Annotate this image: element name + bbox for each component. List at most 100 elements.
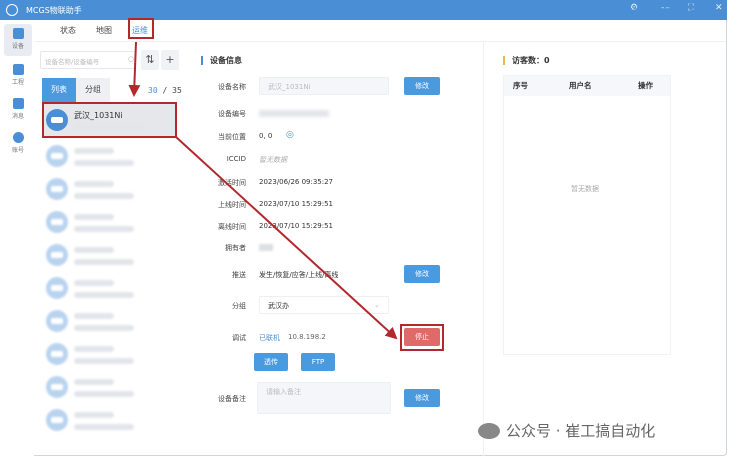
watermark: 公众号 · 崔工搞自动化 [478, 420, 655, 441]
online-count: 30 [148, 86, 158, 95]
owner-label: 拥有者 [225, 244, 246, 252]
device-subtitle-blurred [74, 193, 134, 199]
col-index: 序号 [513, 81, 528, 90]
stop-button[interactable]: 停止 [404, 328, 440, 346]
action-vnc[interactable]: VNC [543, 5, 559, 14]
location-value: 0, 0 [259, 132, 273, 140]
device-list-item[interactable] [42, 305, 176, 337]
device-search-input[interactable]: 设备名称/设备编号 [40, 51, 136, 69]
device-name-blurred [74, 181, 114, 187]
device-list-item[interactable] [42, 140, 176, 172]
push-label: 推送 [232, 271, 246, 279]
device-avatar-icon [46, 277, 68, 299]
device-name-blurred [74, 148, 114, 154]
bar-chart-icon [12, 64, 24, 75]
device-list-item[interactable] [42, 206, 176, 238]
tab-maintenance[interactable]: 运维 [132, 25, 148, 36]
add-device-button[interactable]: + [161, 50, 179, 70]
app-title: MCGS物联助手 [26, 5, 82, 15]
owner-value-blurred [259, 244, 273, 251]
device-list-item[interactable] [42, 173, 176, 205]
device-name-blurred [74, 280, 114, 286]
device-avatar-icon [46, 343, 68, 365]
message-icon [12, 98, 24, 109]
action-unbind[interactable]: 解绑 [663, 5, 678, 16]
device-avatar-icon [46, 178, 68, 200]
device-avatar-icon [46, 310, 68, 332]
watermark-text: 公众号 · 崔工搞自动化 [506, 422, 656, 440]
modify-name-button[interactable]: 修改 [404, 77, 440, 95]
device-subtitle-blurred [74, 424, 134, 430]
name-label: 设备名称 [218, 83, 246, 91]
device-subtitle-blurred [74, 358, 134, 364]
col-username: 用户名 [569, 81, 592, 90]
action-monitor[interactable]: 监控 [513, 5, 528, 16]
iccid-label: ICCID [226, 155, 246, 163]
device-list-item[interactable] [42, 338, 176, 370]
nav-item-messages[interactable]: 消息 [4, 94, 32, 126]
remark-textarea[interactable]: 请输入备注 [257, 382, 391, 414]
col-action: 操作 [638, 81, 653, 90]
serial-label: 设备编号 [218, 110, 246, 118]
push-value: 发生/恢复/应答/上线/离线 [259, 271, 339, 279]
device-info-title: 设备信息 [201, 56, 242, 65]
group-value: 武汉办 [268, 302, 289, 310]
visitor-table [503, 75, 671, 355]
nav-item-devices[interactable]: 设备 [4, 24, 32, 56]
action-transfer[interactable]: 移交 [603, 5, 618, 16]
debug-ip: 10.8.198.2 [288, 333, 326, 341]
device-list-item[interactable] [42, 371, 176, 403]
tab-map[interactable]: 地图 [96, 25, 112, 36]
activated-label: 激活时间 [218, 179, 246, 187]
action-replace[interactable]: 替代 [633, 5, 648, 16]
activated-value: 2023/06/26 09:35:27 [259, 178, 334, 186]
device-subtitle-blurred [74, 226, 134, 232]
tab-status[interactable]: 状态 [60, 25, 76, 36]
search-icon: ○ [128, 55, 135, 63]
device-list-item-selected[interactable]: 武汉_1031Ni [42, 104, 176, 136]
close-button[interactable]: ✕ [715, 3, 723, 13]
debug-label: 调试 [232, 334, 246, 342]
count-separator: / [162, 86, 168, 95]
online-time-label: 上线时间 [218, 201, 246, 209]
tab-group[interactable]: 分组 [76, 78, 110, 102]
device-name-input[interactable]: 武汉_1031Ni [259, 77, 389, 95]
device-subtitle-blurred [74, 259, 134, 265]
nav-label: 账号 [11, 147, 24, 154]
action-share[interactable]: 分享 [573, 5, 588, 16]
sort-button[interactable]: ⇅ [141, 50, 159, 70]
offline-time-label: 离线时间 [218, 223, 246, 231]
app-logo-icon [6, 4, 18, 16]
modify-push-button[interactable]: 修改 [404, 265, 440, 283]
device-avatar-icon [46, 211, 68, 233]
action-delete[interactable]: 删除 [693, 5, 708, 16]
device-list-item[interactable] [42, 239, 176, 271]
device-list-item[interactable] [42, 404, 176, 436]
debug-status: 已联机 [259, 334, 280, 342]
device-avatar-icon [46, 409, 68, 431]
device-avatar-icon [46, 244, 68, 266]
total-count: 35 [172, 86, 182, 95]
device-name-blurred [74, 247, 114, 253]
location-pin-icon[interactable]: ◎ [286, 130, 294, 140]
device-subtitle-blurred [74, 160, 134, 166]
visitor-empty-text: 暂无数据 [571, 185, 599, 193]
group-label: 分组 [232, 302, 246, 310]
passthrough-button[interactable]: 透传 [254, 353, 288, 371]
ftp-button[interactable]: FTP [301, 353, 335, 371]
group-select[interactable]: 武汉办 ⌄ [259, 296, 389, 314]
nav-item-account[interactable]: 账号 [4, 128, 32, 160]
top-tabs: 状态 地图 运维 [34, 20, 726, 42]
device-list-item[interactable] [42, 272, 176, 304]
tab-list[interactable]: 列表 [42, 78, 76, 102]
location-label: 当前位置 [218, 133, 246, 141]
nav-item-projects[interactable]: 工程 [4, 60, 32, 92]
iccid-value: 暂无数据 [259, 156, 287, 164]
device-subtitle-blurred [74, 124, 144, 130]
device-name: 武汉_1031Ni [74, 111, 123, 120]
device-avatar-icon [46, 145, 68, 167]
nav-label: 设备 [11, 43, 24, 50]
modify-remark-button[interactable]: 修改 [404, 389, 440, 407]
serial-value-blurred [259, 110, 329, 117]
panel-divider [483, 42, 484, 456]
